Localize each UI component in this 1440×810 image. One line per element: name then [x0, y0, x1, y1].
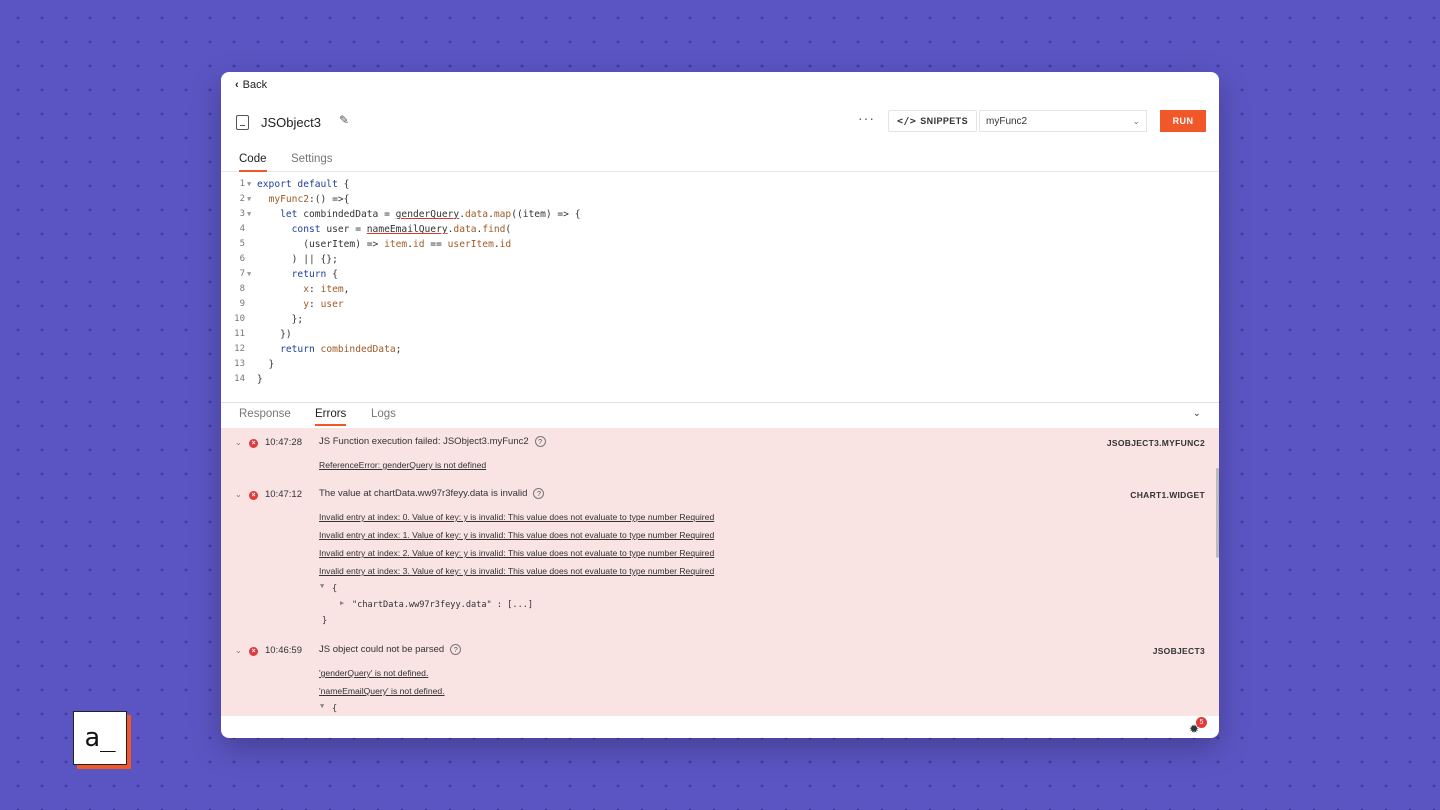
json-open: {	[332, 704, 338, 714]
error-detail-link[interactable]: Invalid entry at index: 3. Value of key:…	[319, 566, 714, 576]
help-icon[interactable]: ?	[450, 644, 462, 655]
chevron-down-icon[interactable]: ⌄	[235, 438, 242, 447]
line-number: 8	[239, 284, 245, 294]
json-close: }	[322, 616, 328, 626]
code-line: myFunc2:() =>{	[268, 194, 350, 205]
line-number: 10	[234, 314, 245, 324]
run-button[interactable]: RUN	[1160, 110, 1206, 132]
error-source: JSOBJECT3.MYFUNC2	[1106, 438, 1205, 448]
line-number: 12	[234, 344, 245, 354]
json-key: "chartData.ww97r3feyy.data" : [...]	[352, 600, 534, 610]
errors-scrollbar[interactable]	[1216, 428, 1219, 716]
editor-header: JSObject3 ✎ ··· </> SNIPPETS myFunc2 ⌄ R…	[221, 108, 1219, 136]
json-toggle-icon[interactable]: ▼	[320, 582, 324, 590]
fold-icon[interactable]: ▼	[247, 207, 251, 222]
line-number: 1	[239, 179, 245, 189]
chevron-down-icon[interactable]: ⌄	[235, 490, 242, 499]
error-icon: ×	[249, 491, 258, 500]
error-detail-link[interactable]: Invalid entry at index: 0. Value of key:…	[319, 512, 714, 522]
tab-errors[interactable]: Errors	[315, 408, 347, 426]
json-open: {	[332, 584, 338, 594]
code-line: const user = nameEmailQuery.data.find(	[291, 224, 512, 235]
error-count-badge: 5	[1196, 717, 1207, 728]
line-number: 2	[239, 194, 245, 204]
code-line: };	[257, 314, 304, 325]
error-detail-link[interactable]: 'genderQuery' is not defined.	[319, 668, 428, 678]
chevron-left-icon: ‹	[235, 79, 239, 91]
back-link[interactable]: ‹ Back	[235, 79, 267, 91]
line-number: 6	[239, 254, 245, 264]
code-line: return {	[291, 269, 338, 280]
function-select[interactable]: myFunc2 ⌄	[979, 110, 1147, 132]
error-detail-link[interactable]: Invalid entry at index: 2. Value of key:…	[319, 548, 714, 558]
help-icon[interactable]: ?	[533, 488, 545, 499]
tab-code[interactable]: Code	[239, 153, 267, 172]
error-time: 10:47:28	[265, 437, 302, 448]
line-number: 7	[239, 269, 245, 279]
logo-text: a_	[73, 711, 127, 765]
fold-icon[interactable]: ▼	[247, 267, 251, 282]
line-number: 11	[234, 329, 245, 339]
debugger-tabs: Response Errors Logs ⌄	[221, 402, 1219, 427]
line-number: 14	[234, 374, 245, 384]
json-toggle-icon[interactable]: ▼	[320, 702, 324, 710]
line-number: 9	[239, 299, 245, 309]
code-line: })	[257, 329, 292, 340]
error-message: JS object could not be parsed?	[319, 644, 462, 655]
error-detail-link[interactable]: Invalid entry at index: 1. Value of key:…	[319, 530, 714, 540]
chevron-down-icon: ⌄	[1132, 115, 1140, 126]
code-line: }	[257, 374, 263, 385]
json-expand-icon[interactable]: ▶	[340, 599, 344, 607]
code-line: ) || {};	[257, 254, 338, 265]
code-line: return combindedData;	[280, 344, 402, 355]
more-options-icon[interactable]: ···	[858, 110, 875, 126]
code-line: }	[257, 359, 275, 370]
tab-response[interactable]: Response	[239, 408, 291, 424]
error-message: The value at chartData.ww97r3feyy.data i…	[319, 488, 545, 499]
error-icon: ×	[249, 439, 258, 448]
line-number: 4	[239, 224, 245, 234]
error-detail-link[interactable]: 'nameEmailQuery' is not defined.	[319, 686, 445, 696]
js-file-icon	[236, 115, 249, 130]
error-time: 10:46:59	[265, 645, 302, 656]
code-icon: </>	[897, 115, 917, 127]
line-number: 5	[239, 239, 245, 249]
error-message-text: JS Function execution failed: JSObject3.…	[319, 436, 529, 447]
tab-logs[interactable]: Logs	[371, 408, 396, 424]
code-line: y: user	[303, 299, 344, 310]
code-line: let combindedData = genderQuery.data.map…	[280, 209, 581, 220]
help-icon[interactable]: ?	[534, 436, 546, 447]
fold-icon[interactable]: ▼	[247, 177, 251, 192]
error-source: JSOBJECT3	[1152, 646, 1205, 656]
error-time: 10:47:12	[265, 489, 302, 500]
error-detail-link[interactable]: ReferenceError: genderQuery is not defin…	[319, 460, 486, 470]
code-line: x: item,	[303, 284, 350, 295]
editor-tabs: Code Settings	[221, 150, 1219, 172]
error-source: CHART1.WIDGET	[1130, 490, 1205, 500]
snippets-label: SNIPPETS	[920, 116, 968, 126]
back-label: Back	[242, 79, 268, 91]
error-message-text: JS object could not be parsed	[319, 644, 445, 655]
error-message: JS Function execution failed: JSObject3.…	[319, 436, 546, 447]
code-line: (userItem) => item.id == userItem.id	[257, 239, 512, 250]
chevron-down-icon[interactable]: ⌄	[235, 646, 242, 655]
js-editor-window: ‹ Back JSObject3 ✎ ··· </> SNIPPETS myFu…	[221, 72, 1219, 738]
function-select-value: myFunc2	[986, 115, 1028, 127]
error-message-text: The value at chartData.ww97r3feyy.data i…	[319, 488, 528, 499]
pencil-icon[interactable]: ✎	[339, 113, 349, 127]
errors-panel: ⌄ × 10:47:28 JS Function execution faile…	[221, 428, 1219, 716]
tab-settings[interactable]: Settings	[291, 153, 333, 170]
error-icon: ×	[249, 647, 258, 656]
code-line: export default {	[257, 179, 350, 190]
scrollbar-thumb[interactable]	[1216, 468, 1219, 558]
chevron-down-icon[interactable]: ⌄	[1193, 408, 1201, 419]
snippets-button[interactable]: </> SNIPPETS	[888, 110, 977, 132]
page-title[interactable]: JSObject3	[261, 115, 321, 130]
code-editor[interactable]: 1 ▼ export default { 2 ▼ myFunc2:() =>{ 3 ▼ …	[221, 173, 1219, 401]
appsmith-logo: a_	[73, 711, 131, 769]
fold-icon[interactable]: ▼	[247, 192, 251, 207]
line-number: 3	[239, 209, 245, 219]
line-number: 13	[234, 359, 245, 369]
